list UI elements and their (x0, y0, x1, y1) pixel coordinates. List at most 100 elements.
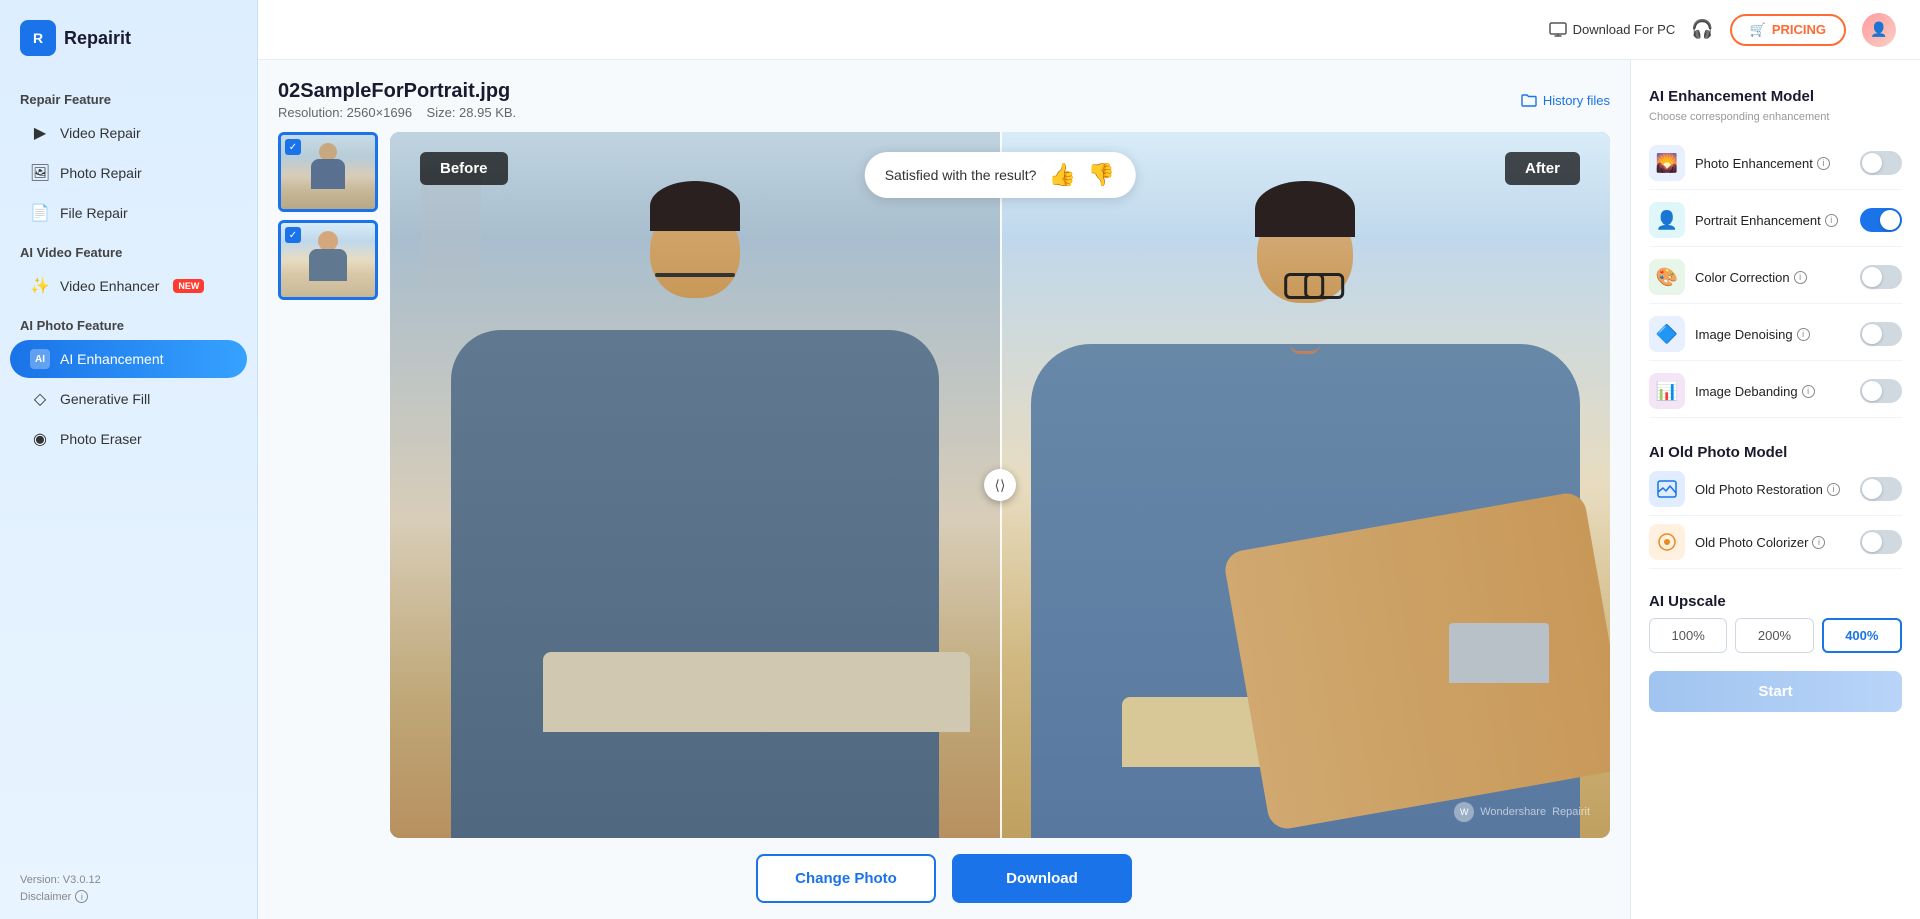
app-name: Repairit (64, 28, 131, 49)
toggle-thumb (1862, 324, 1882, 344)
change-photo-button[interactable]: Change Photo (756, 854, 936, 903)
photo-repair-icon: 🖼 (30, 163, 50, 183)
toggle-thumb (1862, 153, 1882, 173)
image-debanding-toggle[interactable] (1860, 379, 1902, 403)
sidebar-item-label: Video Enhancer (60, 278, 159, 294)
thumbs-down-btn[interactable]: 👎 (1088, 162, 1115, 188)
ai-enhancement-icon: AI (30, 349, 50, 369)
app-logo[interactable]: R Repairit (0, 0, 257, 80)
info-icon[interactable]: i (1802, 385, 1815, 398)
size-text: Size: 28.95 KB. (427, 105, 517, 120)
photo-enhancement-toggle[interactable] (1860, 151, 1902, 175)
action-bar: Change Photo Download (278, 854, 1610, 903)
old-photo-model-section: AI Old Photo Model Old Photo Restoration… (1649, 436, 1902, 569)
toggle-thumb (1862, 532, 1882, 552)
thumbnail-1[interactable]: ✓ (278, 132, 378, 212)
before-image (390, 132, 1000, 838)
old-photo-colorizer-toggle[interactable] (1860, 530, 1902, 554)
old-photo-restoration-row: Old Photo Restoration i (1649, 463, 1902, 516)
image-denoising-label: Image Denoising i (1695, 327, 1850, 342)
monitor-icon (1549, 22, 1567, 38)
thumbs-up-btn[interactable]: 👍 (1048, 162, 1075, 188)
disclaimer-info-icon: i (75, 890, 88, 903)
upscale-200-btn[interactable]: 200% (1735, 618, 1813, 653)
version-text: Version: V3.0.12 (20, 874, 237, 886)
image-debanding-label: Image Debanding i (1695, 384, 1850, 399)
toggle-thumb (1880, 210, 1900, 230)
thumb-check-1: ✓ (285, 139, 301, 155)
info-icon[interactable]: i (1797, 328, 1810, 341)
sidebar-item-photo-eraser[interactable]: ◉ Photo Eraser (10, 420, 247, 458)
split-handle[interactable]: ⟨⟩ (984, 469, 1016, 501)
topbar: Download For PC 🎧 🛒 PRICING 👤 (258, 0, 1920, 60)
portrait-enhancement-icon: 👤 (1649, 202, 1685, 238)
disclaimer-link[interactable]: Disclaimer i (20, 890, 237, 903)
photo-enhancement-row: 🌄 Photo Enhancement i (1649, 137, 1902, 190)
info-icon[interactable]: i (1794, 271, 1807, 284)
image-denoising-toggle[interactable] (1860, 322, 1902, 346)
info-icon[interactable]: i (1825, 214, 1838, 227)
new-badge: NEW (173, 279, 204, 293)
avatar-initial: 👤 (1870, 21, 1887, 38)
thumbnails: ✓ ✓ (278, 132, 378, 838)
color-correction-toggle[interactable] (1860, 265, 1902, 289)
video-enhancer-icon: ✨ (30, 276, 50, 296)
file-info: 02SampleForPortrait.jpg Resolution: 2560… (278, 80, 1610, 120)
ai-upscale-section: AI Upscale 100% 200% 400% (1649, 585, 1902, 653)
resolution-text: Resolution: 2560×1696 (278, 105, 412, 120)
generative-fill-icon: ◇ (30, 389, 50, 409)
image-denoising-row: 🔷 Image Denoising i (1649, 308, 1902, 361)
sidebar-item-ai-enhancement[interactable]: AI AI Enhancement (10, 340, 247, 378)
repair-feature-section: Repair Feature (0, 80, 257, 113)
upscale-400-btn[interactable]: 400% (1822, 618, 1902, 653)
before-label: Before (420, 152, 508, 185)
info-icon[interactable]: i (1812, 536, 1825, 549)
upscale-options: 100% 200% 400% (1649, 618, 1902, 653)
sidebar-item-label: Photo Eraser (60, 431, 142, 447)
toggle-thumb (1862, 267, 1882, 287)
info-icon[interactable]: i (1827, 483, 1840, 496)
old-photo-colorizer-label: Old Photo Colorizer i (1695, 535, 1850, 550)
toggle-track (1860, 477, 1902, 501)
start-button[interactable]: Start (1649, 671, 1902, 712)
file-name: 02SampleForPortrait.jpg (278, 80, 516, 103)
color-correction-icon: 🎨 (1649, 259, 1685, 295)
history-files-btn[interactable]: History files (1521, 93, 1610, 108)
history-files-label: History files (1543, 93, 1610, 108)
sidebar-item-video-repair[interactable]: ▶ Video Repair (10, 114, 247, 152)
photo-enhancement-icon: 🌄 (1649, 145, 1685, 181)
download-for-pc-btn[interactable]: Download For PC (1549, 22, 1676, 38)
sidebar-item-generative-fill[interactable]: ◇ Generative Fill (10, 380, 247, 418)
portrait-enhancement-row: 👤 Portrait Enhancement i (1649, 194, 1902, 247)
pricing-button[interactable]: 🛒 PRICING (1730, 14, 1846, 46)
toggle-track (1860, 530, 1902, 554)
avatar[interactable]: 👤 (1862, 13, 1896, 47)
ai-upscale-title: AI Upscale (1649, 593, 1902, 610)
sidebar-item-label: Video Repair (60, 125, 141, 141)
split-container: ⟨⟩ (390, 132, 1610, 838)
image-denoising-icon: 🔷 (1649, 316, 1685, 352)
ai-old-photo-model-title: AI Old Photo Model (1649, 444, 1902, 461)
download-pc-label: Download For PC (1573, 22, 1676, 37)
sidebar-item-video-enhancer[interactable]: ✨ Video Enhancer NEW (10, 267, 247, 305)
upscale-100-btn[interactable]: 100% (1649, 618, 1727, 653)
toggle-track (1860, 151, 1902, 175)
download-button[interactable]: Download (952, 854, 1132, 903)
watermark-brand: Repairit (1552, 806, 1590, 818)
watermark-text: Wondershare (1480, 806, 1546, 818)
toggle-track (1860, 322, 1902, 346)
content-area: 02SampleForPortrait.jpg Resolution: 2560… (258, 60, 1920, 919)
old-photo-restoration-label: Old Photo Restoration i (1695, 482, 1850, 497)
sidebar-item-photo-repair[interactable]: 🖼 Photo Repair (10, 154, 247, 192)
sidebar-item-label: Generative Fill (60, 391, 150, 407)
sidebar-item-file-repair[interactable]: 📄 File Repair (10, 194, 247, 232)
thumbnail-2[interactable]: ✓ (278, 220, 378, 300)
portrait-enhancement-toggle[interactable] (1860, 208, 1902, 232)
info-icon[interactable]: i (1817, 157, 1830, 170)
headset-icon[interactable]: 🎧 (1691, 19, 1713, 40)
right-panel: AI Enhancement Model Choose correspondin… (1630, 60, 1920, 919)
after-label: After (1505, 152, 1580, 185)
sidebar-bottom: Version: V3.0.12 Disclaimer i (0, 874, 257, 903)
old-photo-restoration-toggle[interactable] (1860, 477, 1902, 501)
cart-icon: 🛒 (1750, 22, 1766, 38)
